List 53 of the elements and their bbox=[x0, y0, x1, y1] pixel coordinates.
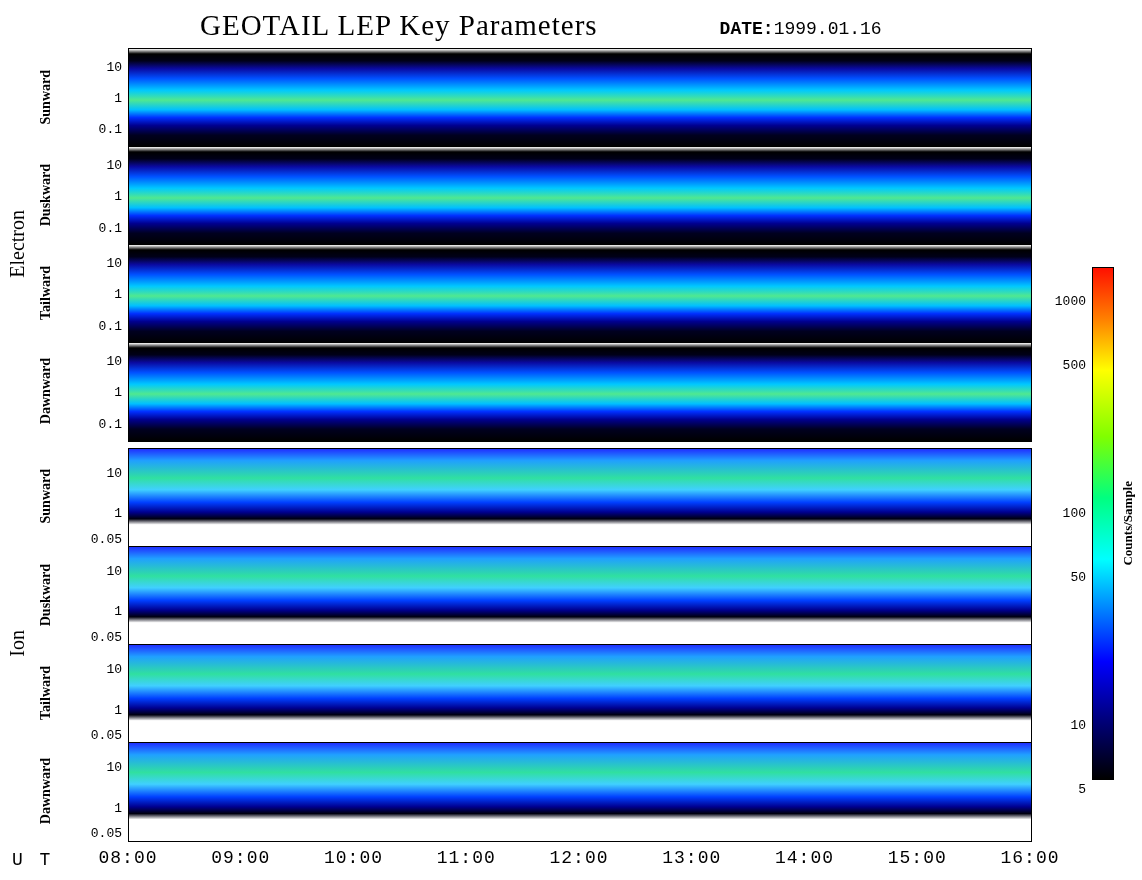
date-label: DATE:1999.01.16 bbox=[719, 17, 882, 39]
y-tick-label: 10 bbox=[106, 565, 122, 580]
y-tick-label: 1 bbox=[114, 605, 122, 620]
x-axis-label: U T bbox=[12, 850, 54, 870]
panel-label: Duskward bbox=[38, 164, 54, 227]
colorbar-label: Counts/Sample bbox=[1120, 481, 1136, 566]
y-tick-label: 10 bbox=[106, 256, 122, 271]
x-tick-label: 11:00 bbox=[436, 848, 496, 868]
x-tick-label: 15:00 bbox=[887, 848, 947, 868]
panel-label: Sunward bbox=[38, 469, 54, 524]
x-tick-label: 09:00 bbox=[211, 848, 271, 868]
y-tick-label: 0.1 bbox=[98, 417, 122, 432]
y-tick-label: 0.1 bbox=[98, 123, 122, 138]
x-tick-label: 10:00 bbox=[324, 848, 383, 868]
panel-label: Sunward bbox=[38, 69, 54, 125]
y-tick-label: 10 bbox=[106, 355, 122, 369]
y-tick-label: 0.05 bbox=[90, 729, 122, 744]
colorbar-tick-label: 50 bbox=[1070, 570, 1086, 585]
x-tick-label: 14:00 bbox=[775, 848, 834, 868]
y-tick-label: 10 bbox=[106, 60, 122, 75]
y-tick-label: 1 bbox=[114, 190, 122, 205]
y-tick-label: 1 bbox=[114, 703, 122, 718]
x-tick-label: 16:00 bbox=[1000, 848, 1060, 868]
y-tick-label: 0.05 bbox=[90, 827, 122, 842]
panel-label: Duskward bbox=[38, 563, 54, 626]
colorbar-tick-label: 5 bbox=[1078, 782, 1086, 797]
y-tick-label: 1 bbox=[114, 92, 122, 106]
y-tick-label: 1 bbox=[114, 386, 122, 401]
panel-label: Dawnward bbox=[38, 757, 54, 825]
y-tick-label: 10 bbox=[106, 158, 122, 173]
y-tick-label: 1 bbox=[114, 507, 122, 522]
y-tick-label: 1 bbox=[114, 801, 122, 816]
colorbar-tick-label: 1000 bbox=[1054, 294, 1086, 309]
y-tick-label: 1 bbox=[114, 288, 122, 303]
colorbar-tick-label: 100 bbox=[1062, 506, 1086, 521]
y-tick-label: 0.05 bbox=[90, 630, 122, 645]
y-tick-label: 10 bbox=[106, 467, 122, 481]
y-tick-label: 0.1 bbox=[98, 319, 122, 334]
colorbar-tick-label: 500 bbox=[1062, 358, 1086, 373]
y-tick-label: 10 bbox=[106, 761, 122, 776]
group-label: Electron bbox=[5, 210, 29, 279]
panel-label: Dawnward bbox=[38, 358, 54, 425]
x-tick-label: 08:00 bbox=[98, 848, 158, 868]
y-tick-label: 0.05 bbox=[90, 532, 122, 547]
plot-title: GEOTAIL LEP Key Parameters bbox=[200, 9, 598, 43]
x-tick-label: 12:00 bbox=[549, 848, 609, 868]
x-tick-label: 13:00 bbox=[662, 848, 722, 868]
panel-label: Tailward bbox=[38, 266, 54, 321]
y-tick-label: 0.1 bbox=[98, 221, 122, 236]
y-tick-label: 10 bbox=[106, 663, 122, 678]
group-label: Ion bbox=[5, 630, 29, 658]
panel-label: Tailward bbox=[38, 665, 54, 720]
colorbar-tick-label: 10 bbox=[1070, 718, 1086, 733]
